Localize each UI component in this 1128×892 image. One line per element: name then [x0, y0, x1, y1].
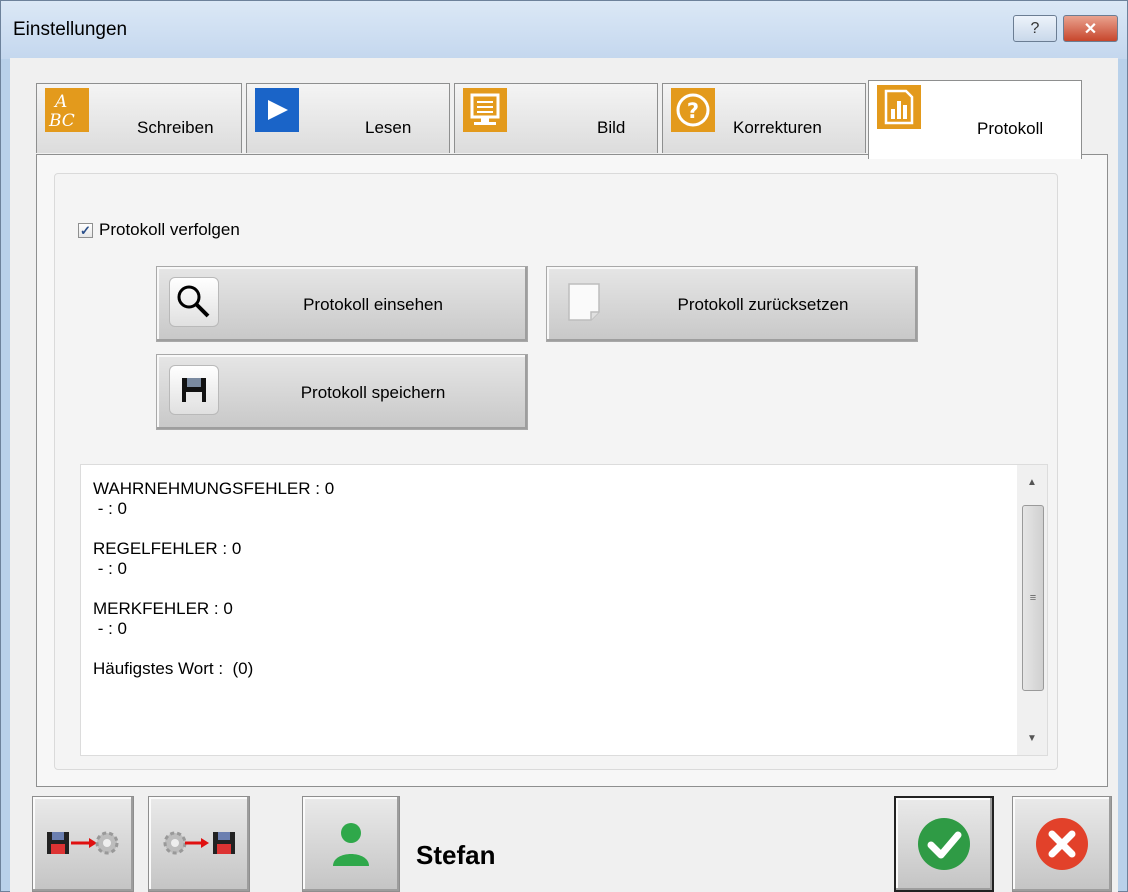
floppy-disk-icon [169, 365, 219, 415]
help-button[interactable]: ? [1013, 15, 1057, 42]
abc-icon: A BC [45, 88, 89, 132]
user-name: Stefan [416, 840, 496, 870]
tab-schreiben[interactable]: A BC Schreiben [36, 83, 242, 153]
log-line: REGELFEHLER : 0 [93, 539, 242, 558]
vertical-scrollbar[interactable]: ▲ ≡ ▼ [1017, 465, 1047, 755]
tab-label: Lesen [365, 118, 412, 137]
scroll-up-icon[interactable]: ▲ [1017, 465, 1047, 499]
log-line: - : 0 [93, 499, 128, 518]
svg-text:BC: BC [48, 111, 75, 130]
track-protocol-checkbox[interactable]: ✓ Protokoll verfolgen [78, 220, 240, 240]
log-line: Häufigstes Wort : (0) [93, 659, 254, 678]
tab-protokoll[interactable]: Protokoll [868, 80, 1082, 159]
magnifier-icon [169, 277, 219, 327]
log-line: MERKFEHLER : 0 [93, 599, 233, 618]
checkbox-check-icon[interactable]: ✓ [78, 222, 93, 238]
tab-label: Schreiben [137, 118, 214, 137]
log-line: - : 0 [93, 619, 128, 638]
tab-label: Korrekturen [733, 118, 822, 137]
import-settings-button[interactable] [148, 796, 250, 892]
tab-bild[interactable]: Bild [454, 83, 658, 153]
save-protocol-label: Protokoll speichern [300, 383, 446, 402]
question-icon: ? [671, 88, 715, 132]
chart-icon [877, 85, 921, 129]
reset-protocol-label: Protokoll zurücksetzen [677, 295, 849, 314]
save-protocol-button[interactable]: Protokoll speichern [156, 354, 528, 430]
client-area: A BC Schreiben Lesen Bild ? Korrekturen … [10, 58, 1118, 892]
log-line: - : 0 [93, 559, 128, 578]
checkmark-icon [918, 818, 970, 870]
track-protocol-label: Protokoll verfolgen [99, 220, 240, 239]
tab-label: Bild [597, 118, 626, 137]
monitor-icon [463, 88, 507, 132]
svg-text:A: A [53, 92, 67, 112]
ok-button[interactable] [894, 796, 994, 892]
tab-korrekturen[interactable]: ? Korrekturen [662, 83, 866, 153]
protocol-log[interactable]: WAHRNEHMUNGSFEHLER : 0 - : 0 REGELFEHLER… [80, 464, 1048, 756]
svg-text:?: ? [687, 99, 699, 123]
scroll-down-icon[interactable]: ▼ [1017, 721, 1047, 755]
view-protocol-button[interactable]: Protokoll einsehen [156, 266, 528, 342]
user-button[interactable] [302, 796, 400, 892]
log-line: WAHRNEHMUNGSFEHLER : 0 [93, 479, 335, 498]
reset-protocol-button[interactable]: Protokoll zurücksetzen [546, 266, 918, 342]
window-title: Einstellungen [13, 19, 128, 40]
blank-page-icon [559, 277, 609, 327]
export-settings-button[interactable] [32, 796, 134, 892]
cancel-x-icon [1036, 818, 1088, 870]
tab-label: Protokoll [977, 119, 1044, 138]
user-icon [333, 823, 369, 866]
gear-to-floppy-icon [163, 831, 235, 855]
floppy-to-gear-icon [47, 831, 119, 855]
tab-lesen[interactable]: Lesen [246, 83, 450, 153]
title-bar: Einstellungen ? ✕ [1, 1, 1127, 59]
close-button[interactable]: ✕ [1063, 15, 1118, 42]
cancel-button[interactable] [1012, 796, 1112, 892]
play-icon [255, 88, 299, 132]
protocol-log-text: WAHRNEHMUNGSFEHLER : 0 - : 0 REGELFEHLER… [93, 479, 334, 679]
view-protocol-label: Protokoll einsehen [303, 295, 443, 314]
scroll-thumb[interactable]: ≡ [1022, 505, 1044, 691]
